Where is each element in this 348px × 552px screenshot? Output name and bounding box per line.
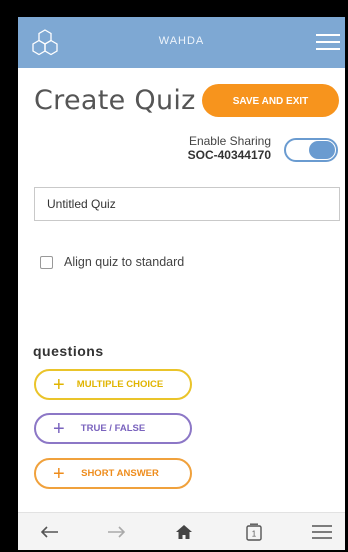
add-multiple-choice-button[interactable]: + MULTIPLE CHOICE: [34, 369, 192, 400]
toggle-knob: [309, 141, 335, 159]
top-bar: WAHDA: [18, 17, 345, 68]
save-and-exit-button[interactable]: SAVE AND EXIT: [202, 84, 339, 117]
tabs-icon[interactable]: 1: [234, 513, 274, 550]
forward-arrow-icon[interactable]: [96, 513, 136, 550]
hamburger-icon[interactable]: [316, 34, 340, 50]
questions-heading: questions: [33, 343, 104, 359]
sharing-toggle[interactable]: [284, 138, 338, 162]
menu-icon[interactable]: [302, 513, 342, 550]
page-title: Create Quiz: [34, 85, 196, 116]
app-name: WAHDA: [158, 35, 205, 47]
multiple-choice-label: MULTIPLE CHOICE: [76, 379, 164, 390]
add-short-answer-button[interactable]: + SHORT ANSWER: [34, 458, 192, 489]
add-true-false-button[interactable]: + TRUE / FALSE: [34, 413, 192, 444]
align-standard-row: Align quiz to standard: [40, 255, 184, 269]
back-arrow-icon[interactable]: [30, 513, 70, 550]
short-answer-label: SHORT ANSWER: [81, 468, 159, 479]
align-standard-checkbox[interactable]: [40, 255, 53, 269]
home-icon[interactable]: [164, 513, 204, 550]
browser-bottom-bar: 1: [18, 512, 345, 550]
tab-count: 1: [252, 529, 257, 538]
true-false-label: TRUE / FALSE: [80, 423, 146, 434]
sharing-label: Enable Sharing SOC-40344170: [188, 134, 271, 162]
share-code: SOC-40344170: [187, 148, 271, 162]
enable-sharing-text: Enable Sharing: [188, 134, 271, 148]
app-frame: WAHDA Create Quiz SAVE AND EXIT Enable S…: [18, 17, 345, 550]
quiz-name-input[interactable]: [34, 187, 340, 221]
align-standard-label: Align quiz to standard: [64, 255, 185, 269]
